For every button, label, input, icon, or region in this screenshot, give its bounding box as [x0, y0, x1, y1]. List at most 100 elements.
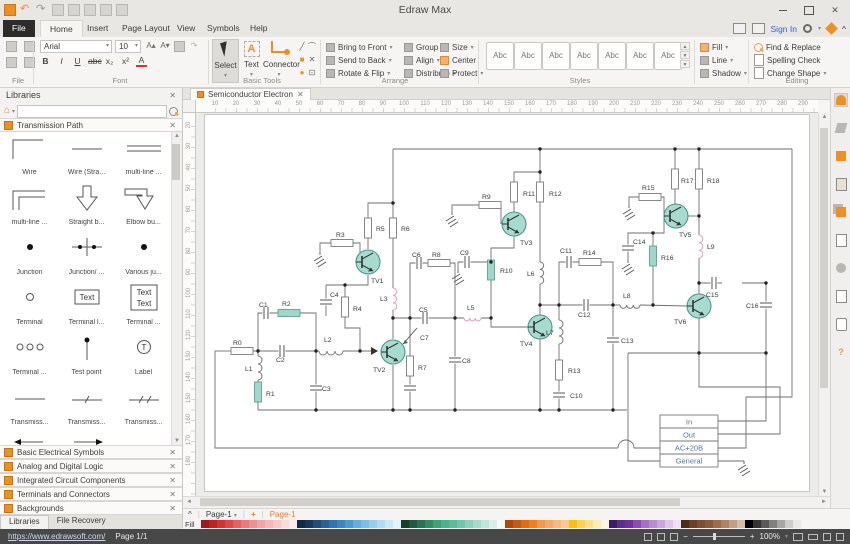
- new-file-icon[interactable]: [52, 4, 64, 16]
- font-button-A[interactable]: A: [136, 55, 147, 67]
- grid-icon[interactable]: [836, 533, 844, 541]
- library-scrollbar-thumb[interactable]: [172, 144, 180, 180]
- document-tab[interactable]: Semiconductor Electron ✕: [190, 88, 311, 100]
- editing-spelling-check[interactable]: Spelling Check: [754, 54, 820, 66]
- style-preset-7[interactable]: Abc: [654, 42, 682, 70]
- color-swatch-ffe180[interactable]: [585, 520, 593, 528]
- picture-icon[interactable]: [834, 177, 848, 191]
- crop-tool-icon[interactable]: ⊡: [307, 68, 317, 78]
- fit-page-icon[interactable]: [657, 533, 665, 541]
- grow-font-icon[interactable]: A▴: [146, 41, 156, 51]
- edrawsoft-link[interactable]: https://www.edrawsoft.com/: [8, 532, 105, 541]
- style-option-fill[interactable]: Fill▾: [700, 41, 728, 53]
- library-item-terminal-[interactable]: Terminal ...: [2, 334, 57, 376]
- close-section-icon[interactable]: ✕: [169, 121, 176, 130]
- scroll-left-icon[interactable]: ◄: [186, 499, 192, 505]
- color-swatch-3f1d66[interactable]: [609, 520, 617, 528]
- library-search-input[interactable]: [17, 105, 167, 118]
- library-section-analog-and-digital-logic[interactable]: Analog and Digital Logic✕: [0, 459, 182, 473]
- color-swatch-f8c8c8[interactable]: [273, 520, 281, 528]
- color-swatch-4a2c17[interactable]: [681, 520, 689, 528]
- style-option-shadow[interactable]: Shadow▾: [700, 67, 747, 79]
- library-item-multi-line-[interactable]: multi-line ...: [116, 134, 171, 176]
- library-item-elbow-bu-[interactable]: Elbow bu...: [116, 184, 171, 226]
- color-swatch-f0e2f6[interactable]: [673, 520, 681, 528]
- library-item-test-point[interactable]: Test point: [59, 334, 114, 376]
- close-panel-icon[interactable]: ✕: [169, 91, 176, 100]
- color-swatch-a6a6a6[interactable]: [777, 520, 785, 528]
- font-button-x₂[interactable]: x₂: [104, 55, 115, 67]
- arc-tool-icon[interactable]: ⌒: [307, 42, 317, 52]
- zoom-slider-thumb[interactable]: [713, 533, 716, 540]
- color-swatch-c02020[interactable]: [209, 520, 217, 528]
- color-swatch-333333[interactable]: [753, 520, 761, 528]
- color-swatch-f9a85e[interactable]: [545, 520, 553, 528]
- color-swatch-d8bda6[interactable]: [737, 520, 745, 528]
- save-icon[interactable]: [84, 4, 96, 16]
- color-swatch-c55a11[interactable]: [513, 520, 521, 528]
- home-dropdown-icon[interactable]: ▾: [12, 108, 15, 115]
- color-swatch-5fb0e4[interactable]: [353, 520, 361, 528]
- color-swatch-d8f0ea[interactable]: [489, 520, 497, 528]
- horizontal-scrollbar-thumb[interactable]: [200, 498, 680, 506]
- style-preset-6[interactable]: Abc: [626, 42, 654, 70]
- print-icon[interactable]: [100, 4, 112, 16]
- settings-gear-icon[interactable]: [803, 24, 812, 33]
- color-swatch-2e75b6[interactable]: [329, 520, 337, 528]
- color-swatch-a76fc9[interactable]: [641, 520, 649, 528]
- style-preset-5[interactable]: Abc: [598, 42, 626, 70]
- color-swatch-78c0ea[interactable]: [361, 520, 369, 528]
- settings-dropdown-icon[interactable]: ▾: [818, 25, 821, 32]
- color-swatch-e2f3fc[interactable]: [393, 520, 401, 528]
- note-icon[interactable]: [834, 233, 848, 247]
- color-swatch-ffedb3[interactable]: [593, 520, 601, 528]
- close-section-icon[interactable]: ✕: [169, 476, 176, 485]
- share-icon[interactable]: [752, 23, 765, 34]
- zoom-slider[interactable]: [693, 536, 745, 537]
- color-swatch-fbdada[interactable]: [281, 520, 289, 528]
- color-swatch-b08360[interactable]: [721, 520, 729, 528]
- help-icon[interactable]: ?: [834, 345, 848, 359]
- library-item-junction-[interactable]: Junction/ ...: [59, 234, 114, 276]
- library-item-terminal[interactable]: Terminal: [2, 284, 57, 326]
- search-icon[interactable]: [169, 107, 178, 116]
- scroll-right-icon[interactable]: ►: [821, 499, 827, 505]
- add-page-button[interactable]: +: [251, 510, 256, 519]
- text-align-icon[interactable]: [174, 41, 185, 52]
- tab-file[interactable]: File: [3, 20, 35, 37]
- color-swatch-f79646[interactable]: [537, 520, 545, 528]
- color-swatch-46b38a[interactable]: [441, 520, 449, 528]
- color-swatch-8ad2bc[interactable]: [465, 520, 473, 528]
- font-size-select[interactable]: 10▾: [115, 40, 141, 53]
- color-swatch-2f8d66[interactable]: [425, 520, 433, 528]
- arrange-group[interactable]: Group▾: [404, 41, 444, 53]
- color-swatch-aedcf4[interactable]: [377, 520, 385, 528]
- library-item[interactable]: [2, 434, 57, 445]
- font-button-I[interactable]: I: [56, 55, 67, 67]
- home-icon[interactable]: ⌂: [4, 106, 10, 116]
- library-item-label[interactable]: TLabel: [116, 334, 171, 376]
- library-item-wire[interactable]: Wire: [2, 134, 57, 176]
- page-tab-page1[interactable]: Page-1: [270, 510, 296, 519]
- normal-view-icon[interactable]: [644, 533, 652, 541]
- color-swatch-ba8ad2[interactable]: [649, 520, 657, 528]
- color-swatch-7d4e30[interactable]: [697, 520, 705, 528]
- color-swatch-e04848[interactable]: [225, 520, 233, 528]
- feedback-icon[interactable]: [733, 23, 746, 34]
- library-item-transmiss-[interactable]: Transmiss...: [2, 384, 57, 426]
- tab-insert[interactable]: Insert: [78, 20, 117, 37]
- tab-file-recovery[interactable]: File Recovery: [49, 515, 114, 529]
- library-item-transmiss-[interactable]: Transmiss...: [116, 384, 171, 426]
- font-button-x²[interactable]: x²: [120, 55, 131, 67]
- color-swatch-5b2d8e[interactable]: [617, 520, 625, 528]
- color-swatch-bee6dc[interactable]: [481, 520, 489, 528]
- pan-zoom-icon[interactable]: [823, 533, 831, 541]
- close-document-icon[interactable]: ✕: [297, 90, 304, 99]
- library-item[interactable]: [59, 434, 114, 445]
- collapse-ribbon-icon[interactable]: ^: [842, 24, 846, 34]
- styles-more-icon[interactable]: ▼: [680, 60, 690, 68]
- tab-libraries[interactable]: Libraries: [0, 515, 49, 529]
- color-swatch-a06b48[interactable]: [713, 520, 721, 528]
- color-swatch-4a9ad4[interactable]: [345, 520, 353, 528]
- color-swatch-f4a4a4[interactable]: [257, 520, 265, 528]
